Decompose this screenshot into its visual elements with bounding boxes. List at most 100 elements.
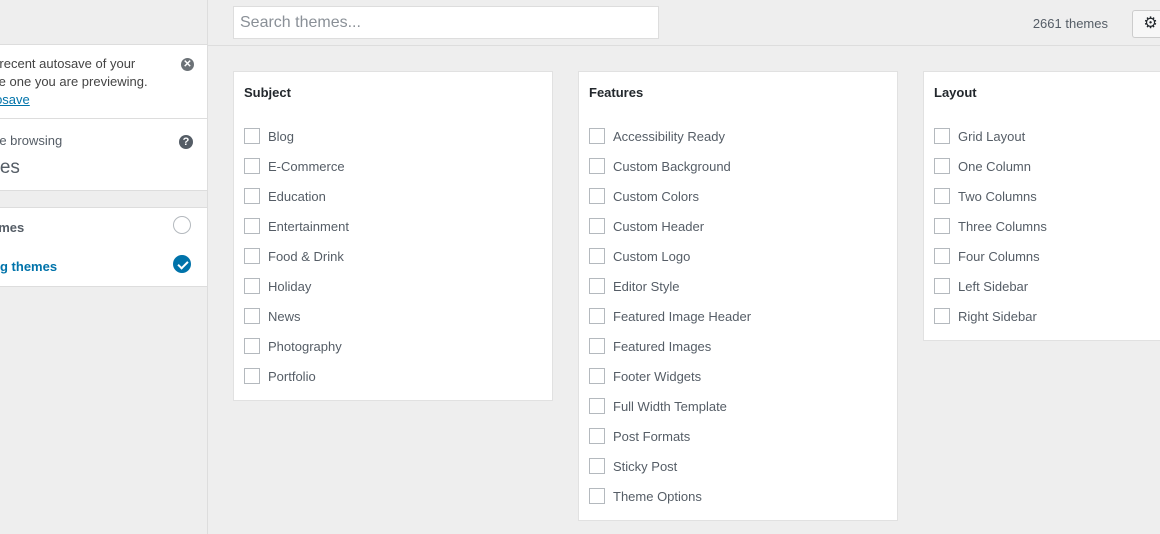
- filter-checkbox[interactable]: [244, 308, 260, 324]
- filter-option[interactable]: Holiday: [244, 277, 311, 295]
- filter-checkbox[interactable]: [589, 488, 605, 504]
- customizer-sidebar: ore recent autosave of your n the one yo…: [0, 0, 208, 534]
- filter-option[interactable]: Three Columns: [934, 217, 1047, 235]
- filter-option-label: Four Columns: [958, 248, 1040, 264]
- radio-checked-icon[interactable]: [173, 255, 191, 273]
- filter-checkbox[interactable]: [934, 218, 950, 234]
- filter-option[interactable]: Food & Drink: [244, 247, 344, 265]
- filter-option[interactable]: Featured Image Header: [589, 307, 751, 325]
- filter-checkbox[interactable]: [589, 428, 605, 444]
- search-themes-input[interactable]: [233, 6, 659, 39]
- filter-option-label: News: [268, 308, 301, 324]
- filter-settings-button[interactable]: ⚙: [1132, 10, 1160, 38]
- filter-option[interactable]: Custom Header: [589, 217, 704, 235]
- filter-option[interactable]: Theme Options: [589, 487, 702, 505]
- filter-option[interactable]: Editor Style: [589, 277, 679, 295]
- filter-option-label: One Column: [958, 158, 1031, 174]
- filter-option[interactable]: Entertainment: [244, 217, 349, 235]
- filter-panel-title: Subject: [244, 85, 291, 100]
- filter-checkbox[interactable]: [589, 248, 605, 264]
- filter-option[interactable]: Custom Logo: [589, 247, 690, 265]
- filter-checkbox[interactable]: [244, 158, 260, 174]
- filter-option[interactable]: Featured Images: [589, 337, 711, 355]
- notice-line-2: n the one you are previewing.: [0, 74, 148, 89]
- filter-option[interactable]: Blog: [244, 127, 294, 145]
- theme-source-wporg[interactable]: org themes: [0, 247, 207, 287]
- filter-checkbox[interactable]: [244, 278, 260, 294]
- filter-option-label: Right Sidebar: [958, 308, 1037, 324]
- filter-option[interactable]: Education: [244, 187, 326, 205]
- filter-option[interactable]: Two Columns: [934, 187, 1037, 205]
- filter-option-label: Custom Colors: [613, 188, 699, 204]
- restore-autosave-link[interactable]: autosave: [0, 92, 30, 107]
- filter-option-label: Portfolio: [268, 368, 316, 384]
- filter-option[interactable]: Post Formats: [589, 427, 690, 445]
- filter-checkbox[interactable]: [589, 398, 605, 414]
- notice-line-1: ore recent autosave of your: [0, 56, 136, 71]
- filter-option[interactable]: Grid Layout: [934, 127, 1025, 145]
- filter-checkbox[interactable]: [244, 188, 260, 204]
- filter-checkbox[interactable]: [244, 218, 260, 234]
- radio-unchecked-icon[interactable]: [173, 216, 191, 234]
- filter-option[interactable]: One Column: [934, 157, 1031, 175]
- dismiss-icon[interactable]: ✕: [181, 58, 194, 71]
- filter-checkbox[interactable]: [934, 128, 950, 144]
- themes-toolbar: 2661 themes ⚙: [208, 0, 1160, 46]
- browsing-title: mes: [0, 157, 20, 178]
- autosave-notice-text: ore recent autosave of your n the one yo…: [0, 55, 177, 109]
- help-icon[interactable]: ?: [179, 135, 193, 149]
- filter-checkbox[interactable]: [244, 248, 260, 264]
- theme-source-installed[interactable]: emes: [0, 207, 207, 248]
- filter-checkbox[interactable]: [589, 458, 605, 474]
- filter-option[interactable]: Left Sidebar: [934, 277, 1028, 295]
- filter-option-label: Three Columns: [958, 218, 1047, 234]
- filter-checkbox[interactable]: [589, 278, 605, 294]
- filter-option[interactable]: News: [244, 307, 301, 325]
- filter-option-label: Education: [268, 188, 326, 204]
- filter-option-label: Left Sidebar: [958, 278, 1029, 294]
- filter-option[interactable]: Photography: [244, 337, 342, 355]
- filter-option-label: Sticky Post: [613, 458, 678, 474]
- filter-option[interactable]: Footer Widgets: [589, 367, 701, 385]
- filter-option[interactable]: Accessibility Ready: [589, 127, 725, 145]
- filter-option-label: Holiday: [268, 278, 312, 294]
- browsing-label: re browsing: [0, 133, 63, 148]
- filter-option-label: Entertainment: [268, 218, 349, 234]
- filter-checkbox[interactable]: [589, 308, 605, 324]
- filter-checkbox[interactable]: [589, 188, 605, 204]
- filter-option[interactable]: Four Columns: [934, 247, 1040, 265]
- filter-option-label: Grid Layout: [958, 128, 1026, 144]
- filter-option-label: Featured Images: [613, 338, 712, 354]
- filter-checkbox[interactable]: [934, 278, 950, 294]
- filter-checkbox[interactable]: [589, 218, 605, 234]
- filter-checkbox[interactable]: [244, 368, 260, 384]
- filter-checkbox[interactable]: [589, 128, 605, 144]
- filter-option[interactable]: Full Width Template: [589, 397, 727, 415]
- filter-checkbox[interactable]: [934, 248, 950, 264]
- filter-option-label: Custom Header: [613, 218, 705, 234]
- filter-checkbox[interactable]: [934, 158, 950, 174]
- sidebar-header: [0, 0, 207, 45]
- filter-checkbox[interactable]: [589, 158, 605, 174]
- browsing-section: re browsing mes ?: [0, 119, 207, 191]
- filter-checkbox[interactable]: [934, 188, 950, 204]
- filter-option-label: Photography: [268, 338, 342, 354]
- filter-option[interactable]: Custom Colors: [589, 187, 699, 205]
- filter-option-label: Custom Background: [613, 158, 731, 174]
- filter-option[interactable]: E-Commerce: [244, 157, 345, 175]
- filter-option-label: Food & Drink: [268, 248, 344, 264]
- filter-option[interactable]: Portfolio: [244, 367, 316, 385]
- filter-option[interactable]: Right Sidebar: [934, 307, 1037, 325]
- filter-option-label: Two Columns: [958, 188, 1037, 204]
- filter-checkbox[interactable]: [934, 308, 950, 324]
- filter-checkbox[interactable]: [589, 368, 605, 384]
- filter-checkbox[interactable]: [244, 128, 260, 144]
- filter-panel-subject: Subject Blog E-Commerce Education Entertain…: [233, 71, 553, 401]
- filter-option[interactable]: Sticky Post: [589, 457, 677, 475]
- filter-checkbox[interactable]: [244, 338, 260, 354]
- filter-option-label: Theme Options: [613, 488, 702, 504]
- filter-option[interactable]: Custom Background: [589, 157, 731, 175]
- filter-option-label: Editor Style: [613, 278, 680, 294]
- filter-panel-title: Layout: [934, 85, 977, 100]
- filter-checkbox[interactable]: [589, 338, 605, 354]
